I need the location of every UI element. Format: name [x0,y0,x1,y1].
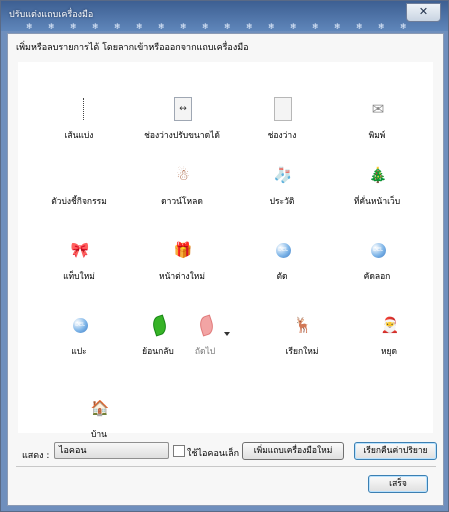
snowflake-decoration: ❄ [158,22,165,31]
stocking-icon: 🧦 [273,166,293,184]
flexible-space-label: ช่องว่างปรับขนาดได้ [144,131,220,141]
copy-bubble-icon: DEL [369,241,387,259]
snowflake-decoration: ❄ [70,22,77,31]
space-label: ช่องว่าง [267,131,297,141]
palette-item-history[interactable]: 🧦 ประวัติ [241,166,323,212]
bookmarks-label: ที่คั่นหน้าเว็บ [353,197,401,207]
palette-item-reload[interactable]: 🦌 เรียกใหม่ [261,316,343,362]
snowflake-decoration: ❄ [114,22,121,31]
snowflake-decoration: ❄ [334,22,341,31]
snowflake-decoration: ❄ [400,22,407,31]
downloads-label: ดาวน์โหลด [161,197,203,207]
snowflake-decoration: ❄ [26,22,33,31]
palette-item-stop[interactable]: 🎅 หยุด [348,316,430,362]
snowflake-decoration: ❄ [378,22,385,31]
christmas-tree-icon: 🎄 [368,166,388,184]
new-tab-label: แท็บใหม่ [63,272,95,282]
gingerbread-icon: ☃ [176,166,190,184]
snowflake-decoration: ❄ [202,22,209,31]
print-label: พิมพ์ [368,131,386,141]
snowflake-decoration: ❄ [224,22,231,31]
close-button[interactable]: ✕ [406,3,441,22]
customize-toolbar-window: ปรับแต่งแถบเครื่องมือ ❄ ❄ ❄ ❄ ❄ ❄ ❄ ❄ ❄ … [0,0,449,512]
snowflake-decoration: ❄ [92,22,99,31]
cut-bubble-icon: DEL [274,241,292,259]
window-title: ปรับแต่งแถบเครื่องมือ [9,10,94,20]
stop-label: หยุด [380,347,398,357]
palette-item-activity-indicator[interactable]: ตัวบ่งชี้กิจกรรม [38,166,120,212]
cut-label: ตัด [276,272,288,282]
palette-item-cut[interactable]: DEL ตัด [241,241,323,287]
activity-indicator-icon [71,166,89,184]
snowflake-decoration: ❄ [136,22,143,31]
snowflake-decoration: ❄ [48,22,55,31]
gift-box-icon: 🎁 [173,241,193,259]
footer-divider [16,466,436,467]
snowflake-decoration: ❄ [290,22,297,31]
new-window-label: หน้าต่างใหม่ [159,272,205,282]
restore-default-button[interactable]: เรียกคืนค่าปริยาย [354,442,437,460]
paste-label: แปะ [71,347,87,357]
done-button[interactable]: เสร็จ [368,475,428,493]
forward-label: ถัดไป [194,347,216,357]
snowflake-decoration: ❄ [312,22,319,31]
instruction-text: เพิ่มหรือลบรายการได้ โดยลากเข้าหรือออกจา… [16,43,249,53]
separator-label: เส้นแบ่ง [64,131,94,141]
small-icons-checkbox[interactable] [173,445,185,457]
palette-item-separator[interactable]: เส้นแบ่ง [38,98,120,146]
santa-hat-icon: 🎅 [380,316,400,334]
flexible-space-icon: ↔ [174,97,192,121]
show-dropdown[interactable]: ไอคอน [54,442,169,459]
history-label: ประวัติ [269,197,295,207]
palette-item-space[interactable]: ช่องว่าง [241,97,323,146]
palette-item-new-window[interactable]: 🎁 หน้าต่างใหม่ [141,241,223,287]
reload-label: เรียกใหม่ [285,347,319,357]
separator-icon [71,98,89,120]
add-new-toolbar-button[interactable]: เพิ่มแถบเครื่องมือใหม่ [242,442,344,460]
copy-label: คัดลอก [363,272,391,282]
forward-leaf-icon [196,313,216,337]
show-label: แสดง : [22,451,50,461]
palette-item-print[interactable]: ✉ พิมพ์ [336,100,418,146]
palette-item-downloads[interactable]: ☃ ดาวน์โหลด [141,166,223,212]
toolbar-items-palette: เส้นแบ่ง ↔ ช่องว่างปรับขนาดได้ ช่องว่าง … [18,62,433,440]
print-scroll-icon: ✉ [371,100,385,118]
space-icon [274,97,292,121]
palette-item-paste[interactable]: DEL แปะ [38,316,120,362]
snowflake-decoration: ❄ [180,22,187,31]
palette-item-copy[interactable]: DEL คัดลอก [336,241,418,287]
palette-item-new-tab[interactable]: 🎀 แท็บใหม่ [38,241,120,287]
palette-item-flexible-space[interactable]: ↔ ช่องว่างปรับขนาดได้ [141,97,223,146]
snowflake-decoration: ❄ [268,22,275,31]
small-icons-label: ใช้ไอคอนเล็ก [187,449,240,459]
snowflake-decoration: ❄ [246,22,253,31]
palette-item-bookmarks[interactable]: 🎄 ที่คั่นหน้าเว็บ [336,166,418,212]
dialog-client-area: เพิ่มหรือลบรายการได้ โดยลากเข้าหรือออกจา… [7,33,444,506]
ribbon-gift-icon: 🎀 [70,241,90,259]
window-titlebar: ปรับแต่งแถบเครื่องมือ ❄ ❄ ❄ ❄ ❄ ❄ ❄ ❄ ❄ … [1,1,448,31]
palette-item-forward[interactable]: ถัดไป [164,313,246,362]
reindeer-icon: 🦌 [293,316,313,334]
bottom-controls: แสดง : ไอคอน ใช้ไอคอนเล็ก เพิ่มแถบเครื่อ… [8,438,443,466]
activity-indicator-label: ตัวบ่งชี้กิจกรรม [51,197,107,207]
snowflake-decoration: ❄ [356,22,363,31]
paste-bubble-icon: DEL [71,316,89,334]
forward-dropdown-icon[interactable] [224,332,230,336]
gingerbread-house-icon: 🏠 [90,399,110,417]
